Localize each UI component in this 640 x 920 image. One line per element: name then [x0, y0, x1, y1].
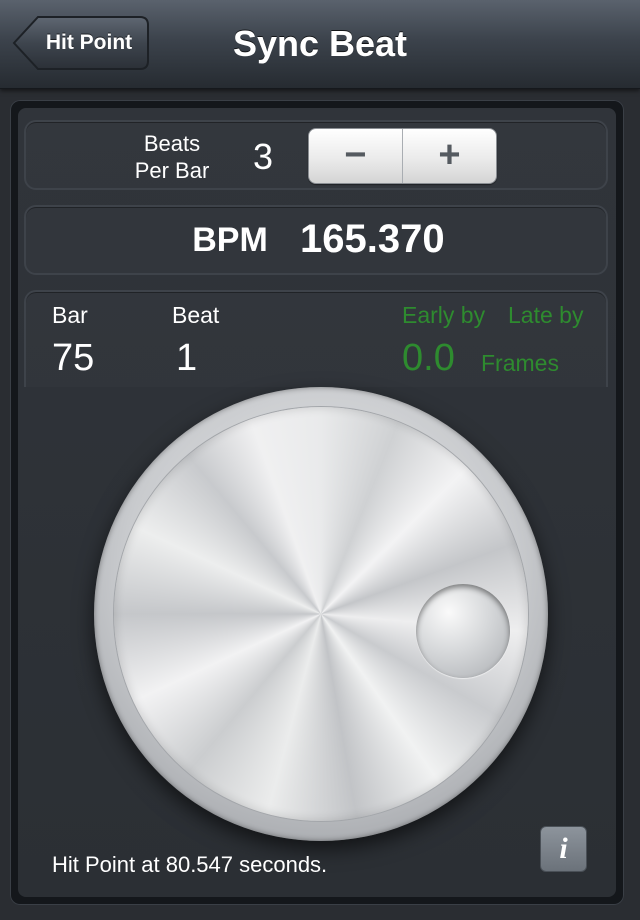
- hit-point-status: Hit Point at 80.547 seconds.: [52, 852, 328, 877]
- info-icon: i: [559, 832, 568, 865]
- beats-label-line1: Beats: [143, 131, 201, 156]
- beats-stepper: − +: [308, 128, 497, 184]
- bpm-value: 165.370: [300, 217, 445, 261]
- late-by-label: Late by: [508, 302, 584, 328]
- beats-label-line2: Per Bar: [134, 158, 210, 183]
- beat-value: 1: [176, 337, 198, 379]
- jog-wheel[interactable]: [94, 387, 548, 841]
- back-button-label: Hit Point: [45, 31, 133, 54]
- offset-value: 0.0: [402, 337, 455, 379]
- back-button[interactable]: Hit Point: [12, 15, 150, 71]
- decrement-button[interactable]: −: [309, 129, 402, 183]
- info-button[interactable]: i: [540, 826, 587, 872]
- early-by-label: Early by: [402, 302, 486, 328]
- frames-label: Frames: [481, 350, 559, 376]
- increment-button[interactable]: +: [403, 129, 496, 183]
- page-title: Sync Beat: [232, 23, 408, 64]
- jog-wheel-finger-dimple[interactable]: [416, 584, 510, 678]
- beat-label: Beat: [172, 302, 220, 328]
- bpm-label: BPM: [192, 221, 268, 259]
- bar-value: 75: [52, 337, 95, 379]
- beats-per-bar-label: Beats Per Bar: [120, 130, 224, 184]
- bar-label: Bar: [52, 302, 88, 328]
- beats-per-bar-value: 3: [252, 136, 274, 177]
- navigation-bar: Hit Point Sync Beat: [0, 0, 640, 89]
